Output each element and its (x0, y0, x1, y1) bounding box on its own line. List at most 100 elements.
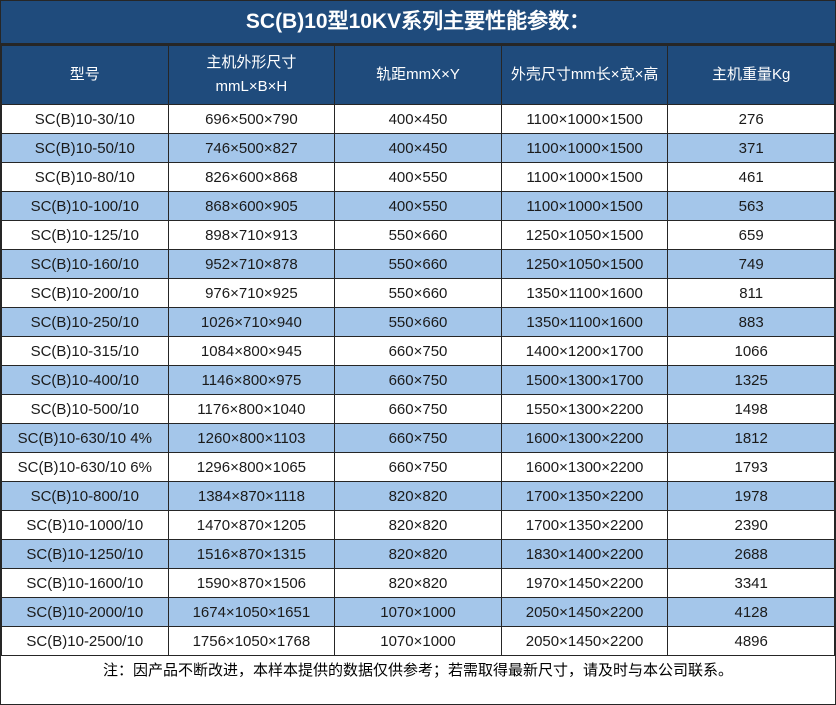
table-cell: SC(B)10-800/10 (2, 482, 169, 511)
table-cell: 1066 (668, 337, 835, 366)
table-cell: 550×660 (335, 308, 502, 337)
table-cell: 1470×870×1205 (168, 511, 335, 540)
table-cell: 660×750 (335, 337, 502, 366)
table-cell: SC(B)10-125/10 (2, 221, 169, 250)
table-cell: 400×450 (335, 105, 502, 134)
table-row: SC(B)10-50/10746×500×827400×4501100×1000… (2, 134, 835, 163)
table-cell: SC(B)10-80/10 (2, 163, 169, 192)
table-row: SC(B)10-1000/101470×870×1205820×8201700×… (2, 511, 835, 540)
table-row: SC(B)10-2500/101756×1050×17681070×100020… (2, 627, 835, 656)
table-cell: 746×500×827 (168, 134, 335, 163)
table-cell: 1384×870×1118 (168, 482, 335, 511)
table-row: SC(B)10-630/10 4%1260×800×1103660×750160… (2, 424, 835, 453)
column-header-0: 型号 (2, 46, 169, 105)
page-title: SC(B)10型10KV系列主要性能参数： (1, 1, 835, 45)
table-cell: SC(B)10-30/10 (2, 105, 169, 134)
table-cell: 868×600×905 (168, 192, 335, 221)
table-cell: 1793 (668, 453, 835, 482)
table-cell: 1978 (668, 482, 835, 511)
table-cell: SC(B)10-2000/10 (2, 598, 169, 627)
table-cell: 952×710×878 (168, 250, 335, 279)
table-cell: 461 (668, 163, 835, 192)
table-cell: 1830×1400×2200 (501, 540, 668, 569)
table-cell: 1146×800×975 (168, 366, 335, 395)
table-cell: 1260×800×1103 (168, 424, 335, 453)
table-cell: 1070×1000 (335, 598, 502, 627)
table-header: 型号主机外形尺寸 mmL×B×H轨距mmX×Y外壳尺寸mm长×宽×高主机重量Kg (2, 46, 835, 105)
table-row: SC(B)10-400/101146×800×975660×7501500×13… (2, 366, 835, 395)
table-cell: SC(B)10-1600/10 (2, 569, 169, 598)
table-cell: SC(B)10-1000/10 (2, 511, 169, 540)
table-cell: SC(B)10-100/10 (2, 192, 169, 221)
header-row: 型号主机外形尺寸 mmL×B×H轨距mmX×Y外壳尺寸mm长×宽×高主机重量Kg (2, 46, 835, 105)
table-cell: 2050×1450×2200 (501, 598, 668, 627)
table-cell: 820×820 (335, 540, 502, 569)
table-cell: 1600×1300×2200 (501, 424, 668, 453)
table-cell: 1325 (668, 366, 835, 395)
table-cell: 660×750 (335, 395, 502, 424)
table-cell: 4128 (668, 598, 835, 627)
table-row: SC(B)10-100/10868×600×905400×5501100×100… (2, 192, 835, 221)
table-cell: 4896 (668, 627, 835, 656)
table-cell: 820×820 (335, 511, 502, 540)
table-cell: 1250×1050×1500 (501, 250, 668, 279)
table-cell: 550×660 (335, 250, 502, 279)
table-cell: 1250×1050×1500 (501, 221, 668, 250)
table-cell: SC(B)10-315/10 (2, 337, 169, 366)
table-cell: 400×450 (335, 134, 502, 163)
table-cell: 811 (668, 279, 835, 308)
table-cell: 1516×870×1315 (168, 540, 335, 569)
table-cell: 1350×1100×1600 (501, 308, 668, 337)
table-cell: 1100×1000×1500 (501, 105, 668, 134)
table-cell: 660×750 (335, 366, 502, 395)
table-cell: 1176×800×1040 (168, 395, 335, 424)
table-cell: 1674×1050×1651 (168, 598, 335, 627)
table-body: SC(B)10-30/10696×500×790400×4501100×1000… (2, 105, 835, 656)
table-cell: 1026×710×940 (168, 308, 335, 337)
table-cell: 1400×1200×1700 (501, 337, 668, 366)
table-cell: 1700×1350×2200 (501, 511, 668, 540)
table-cell: SC(B)10-630/10 6% (2, 453, 169, 482)
table-row: SC(B)10-200/10976×710×925550×6601350×110… (2, 279, 835, 308)
table-cell: 1756×1050×1768 (168, 627, 335, 656)
table-cell: 660×750 (335, 453, 502, 482)
column-header-4: 主机重量Kg (668, 46, 835, 105)
table-row: SC(B)10-250/101026×710×940550×6601350×11… (2, 308, 835, 337)
table-cell: 1500×1300×1700 (501, 366, 668, 395)
table-cell: 1100×1000×1500 (501, 192, 668, 221)
table-row: SC(B)10-315/101084×800×945660×7501400×12… (2, 337, 835, 366)
spec-table: 型号主机外形尺寸 mmL×B×H轨距mmX×Y外壳尺寸mm长×宽×高主机重量Kg… (1, 45, 835, 656)
table-cell: 1600×1300×2200 (501, 453, 668, 482)
table-cell: 696×500×790 (168, 105, 335, 134)
table-cell: 3341 (668, 569, 835, 598)
table-cell: 1590×870×1506 (168, 569, 335, 598)
table-cell: 826×600×868 (168, 163, 335, 192)
table-cell: SC(B)10-200/10 (2, 279, 169, 308)
table-cell: 659 (668, 221, 835, 250)
table-cell: SC(B)10-500/10 (2, 395, 169, 424)
table-row: SC(B)10-30/10696×500×790400×4501100×1000… (2, 105, 835, 134)
table-cell: 1812 (668, 424, 835, 453)
table-cell: SC(B)10-160/10 (2, 250, 169, 279)
table-cell: SC(B)10-2500/10 (2, 627, 169, 656)
spec-sheet: SC(B)10型10KV系列主要性能参数： 型号主机外形尺寸 mmL×B×H轨距… (0, 0, 836, 705)
table-row: SC(B)10-1600/101590×870×1506820×8201970×… (2, 569, 835, 598)
table-cell: 898×710×913 (168, 221, 335, 250)
table-cell: SC(B)10-400/10 (2, 366, 169, 395)
table-cell: 1296×800×1065 (168, 453, 335, 482)
table-cell: 550×660 (335, 221, 502, 250)
column-header-3: 外壳尺寸mm长×宽×高 (501, 46, 668, 105)
table-cell: SC(B)10-50/10 (2, 134, 169, 163)
table-cell: 1070×1000 (335, 627, 502, 656)
table-cell: 1550×1300×2200 (501, 395, 668, 424)
table-cell: 660×750 (335, 424, 502, 453)
table-row: SC(B)10-2000/101674×1050×16511070×100020… (2, 598, 835, 627)
table-cell: 1100×1000×1500 (501, 163, 668, 192)
table-cell: SC(B)10-630/10 4% (2, 424, 169, 453)
table-cell: 820×820 (335, 482, 502, 511)
table-cell: 550×660 (335, 279, 502, 308)
table-cell: 883 (668, 308, 835, 337)
table-cell: 1350×1100×1600 (501, 279, 668, 308)
table-cell: SC(B)10-1250/10 (2, 540, 169, 569)
table-cell: 2390 (668, 511, 835, 540)
